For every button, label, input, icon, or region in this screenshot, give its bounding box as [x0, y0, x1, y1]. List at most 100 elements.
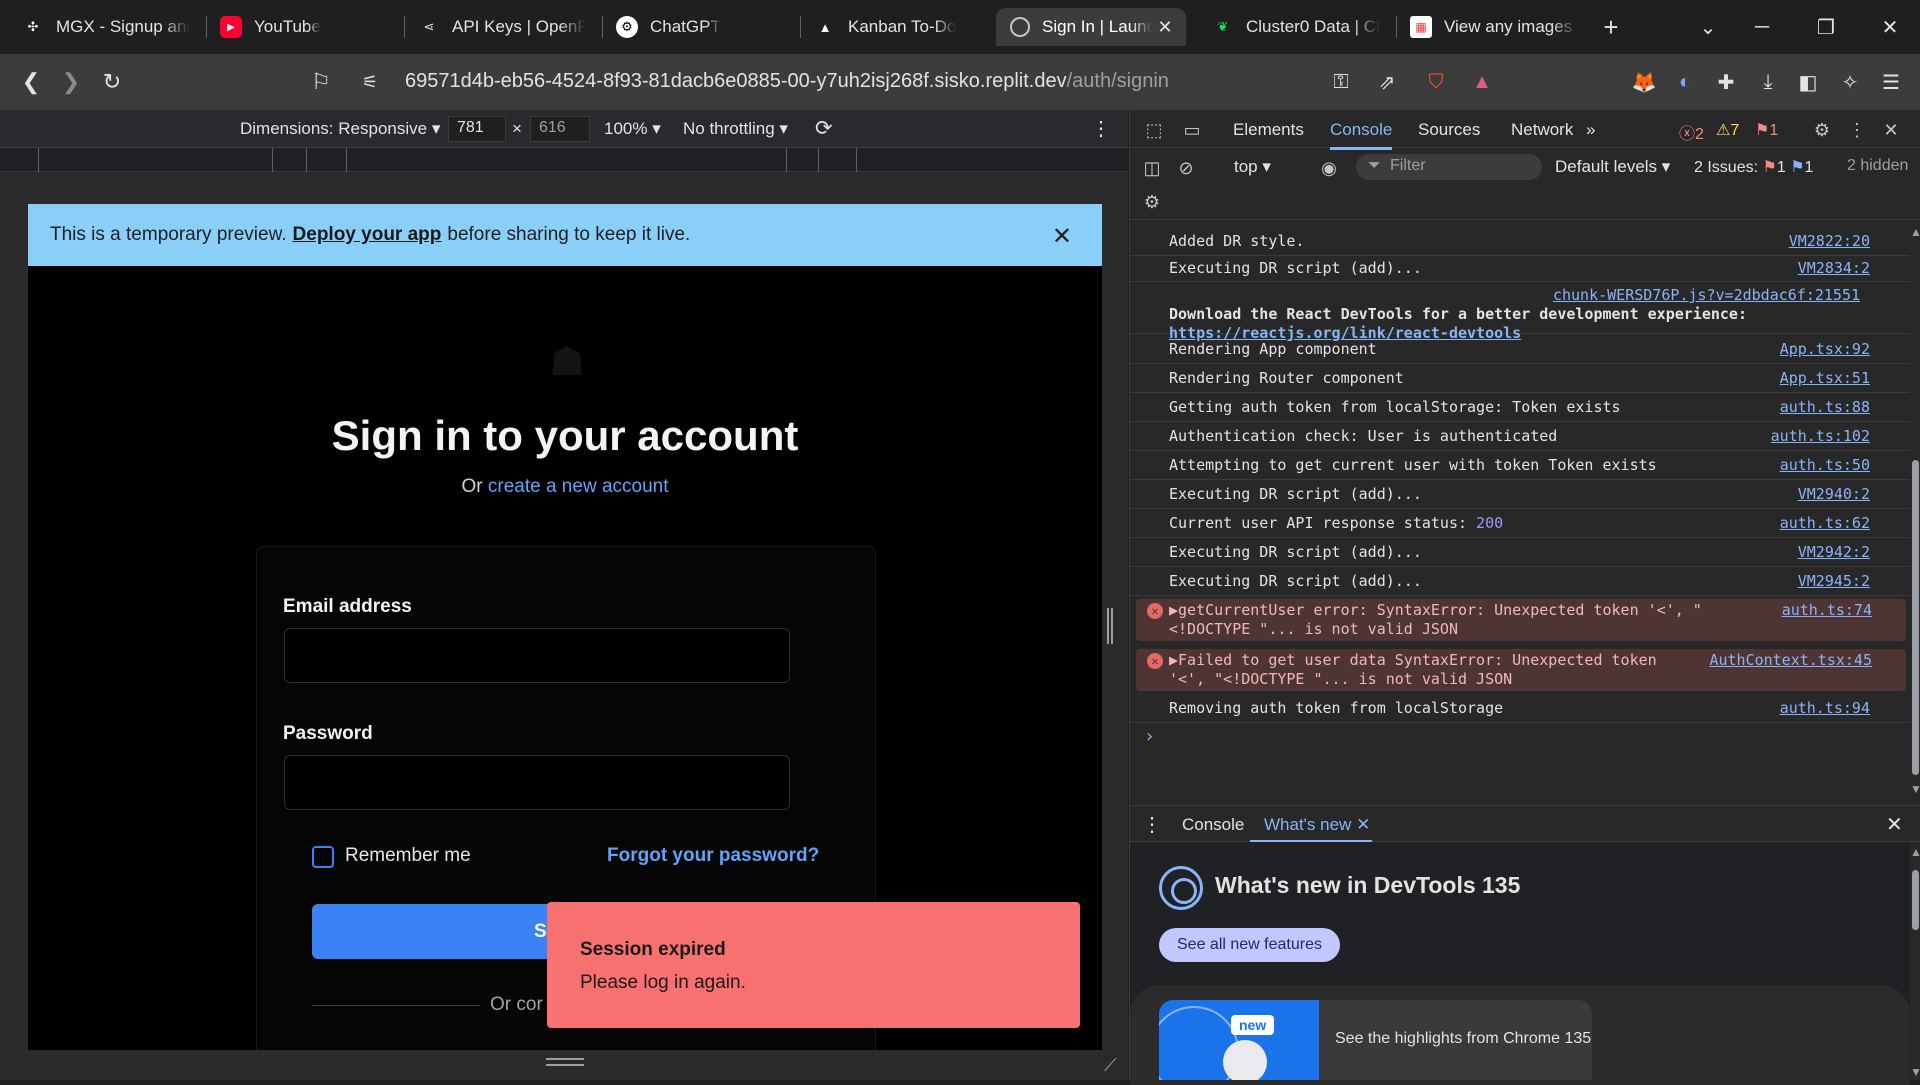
log-source-link[interactable]: VM2940:2: [1798, 485, 1870, 504]
console-error-row[interactable]: ✕ ▶Failed to get user data SyntaxError: …: [1136, 649, 1906, 691]
tab-mongodb[interactable]: ❦ Cluster0 Data | Cloud: [1198, 8, 1394, 46]
tab-elements[interactable]: Elements: [1233, 120, 1304, 140]
log-source-link[interactable]: chunk-WERSD76P.js?v=2dbdac6f:21551: [1553, 286, 1860, 304]
drawer-scrollbar[interactable]: [1912, 870, 1919, 930]
log-source-link[interactable]: auth.ts:88: [1780, 398, 1870, 417]
download-icon[interactable]: ⤓: [1752, 66, 1784, 98]
leo-ai-icon[interactable]: ✧: [1834, 66, 1866, 98]
brave-shield-icon[interactable]: ⛉: [1420, 66, 1452, 98]
scroll-up-icon[interactable]: ▲: [1910, 225, 1920, 239]
console-scrollbar[interactable]: [1912, 460, 1919, 775]
forward-icon[interactable]: ❯: [53, 64, 89, 100]
tab-mgx[interactable]: ✣ MGX - Signup and: [8, 8, 204, 46]
device-toggle-icon[interactable]: ▭: [1180, 118, 1204, 142]
close-tab-icon[interactable]: ✕: [1154, 16, 1176, 38]
forgot-password-link[interactable]: Forgot your password?: [607, 845, 819, 867]
back-icon[interactable]: ❮: [13, 64, 49, 100]
log-source-link[interactable]: VM2945:2: [1798, 572, 1870, 591]
extension-globe-icon[interactable]: ◐: [1669, 66, 1701, 98]
more-tabs-icon[interactable]: »: [1586, 120, 1595, 140]
viewport-width-handle[interactable]: [1107, 608, 1113, 644]
remember-checkbox[interactable]: [312, 846, 334, 868]
see-all-features-button[interactable]: See all new features: [1159, 928, 1340, 962]
share-icon[interactable]: ⇗: [1371, 66, 1403, 98]
drawer-menu-icon[interactable]: ⋮: [1142, 812, 1162, 837]
menu-icon[interactable]: ☰: [1875, 66, 1907, 98]
new-tab-icon[interactable]: +: [1581, 0, 1641, 54]
log-source-link[interactable]: App.tsx:92: [1780, 340, 1870, 359]
tab-search-chevron-icon[interactable]: ⌄: [1678, 0, 1738, 54]
levels-select[interactable]: Default levels ▾: [1555, 157, 1670, 177]
extensions-puzzle-icon[interactable]: ✚: [1710, 66, 1742, 98]
drawer-tab-console[interactable]: Console: [1182, 815, 1244, 835]
restore-icon[interactable]: ❐: [1796, 0, 1856, 54]
log-source-link[interactable]: VM2822:20: [1789, 232, 1870, 251]
highlights-video-thumbnail[interactable]: [1159, 1000, 1319, 1080]
console-settings-gear-icon[interactable]: ⚙: [1140, 190, 1164, 214]
scroll-down-icon[interactable]: ▼: [1910, 782, 1920, 796]
tab-sources[interactable]: Sources: [1418, 120, 1480, 140]
sidebar-toggle-icon[interactable]: ◫: [1140, 156, 1164, 180]
inspect-element-icon[interactable]: ⬚: [1142, 118, 1166, 142]
drawer-scroll-up-icon[interactable]: ▲: [1910, 845, 1920, 859]
tab-kanban[interactable]: ▲ Kanban To-Do: [800, 8, 996, 46]
log-source-link[interactable]: auth.ts:94: [1780, 699, 1870, 718]
drawer-tab-whats-new[interactable]: What's new ✕: [1250, 815, 1373, 843]
tab-signin-active[interactable]: Sign In | Launch ✕: [996, 8, 1186, 46]
tab-console[interactable]: Console: [1330, 120, 1393, 150]
sidebar-toggle-icon[interactable]: ◧: [1792, 66, 1824, 98]
session-expired-toast[interactable]: Session expired Please log in again.: [547, 902, 1080, 1028]
console-filter-input[interactable]: ⏷ Filter: [1356, 154, 1542, 180]
device-more-icon[interactable]: ⋮: [1091, 116, 1111, 141]
log-source-link[interactable]: auth.ts:74: [1782, 601, 1872, 620]
close-drawer-icon[interactable]: ✕: [1886, 812, 1903, 837]
log-source-link[interactable]: VM2942:2: [1798, 543, 1870, 562]
close-drawer-tab-icon[interactable]: ✕: [1356, 815, 1370, 834]
minimize-icon[interactable]: ─: [1732, 0, 1792, 54]
throttling-select[interactable]: No throttling ▾: [683, 119, 788, 139]
close-window-icon[interactable]: ✕: [1860, 0, 1920, 54]
tab-openrouter[interactable]: ⋖ API Keys | OpenRouter: [404, 8, 600, 46]
resize-corner-icon[interactable]: ⟋: [1104, 1055, 1117, 1076]
log-source-link[interactable]: AuthContext.tsx:45: [1709, 651, 1872, 670]
email-field[interactable]: [284, 628, 790, 683]
close-banner-icon[interactable]: ✕: [1052, 222, 1072, 251]
tab-youtube[interactable]: ▶ YouTube: [206, 8, 402, 46]
issue-count-badge[interactable]: ⚑1: [1755, 120, 1778, 140]
tab-network[interactable]: Network: [1511, 120, 1573, 140]
password-field[interactable]: [284, 755, 790, 810]
site-info-icon[interactable]: ⚟: [352, 64, 388, 100]
log-source-link[interactable]: App.tsx:51: [1780, 369, 1870, 388]
deploy-link[interactable]: Deploy your app: [293, 224, 442, 246]
context-select[interactable]: top ▾: [1234, 157, 1271, 177]
tab-chatgpt[interactable]: ⚙ ChatGPT: [602, 8, 798, 46]
console-error-row[interactable]: ✕ ▶getCurrentUser error: SyntaxError: Un…: [1136, 599, 1906, 641]
zoom-select[interactable]: 100% ▾: [604, 119, 661, 139]
log-source-link[interactable]: VM2834:2: [1798, 259, 1870, 278]
address-bar[interactable]: 69571d4b-eb56-4524-8f93-81dacb6e0885-00-…: [405, 70, 1169, 93]
log-source-link[interactable]: auth.ts:50: [1780, 456, 1870, 475]
issues-summary[interactable]: 2 Issues: ⚑1 ⚑1: [1694, 157, 1813, 177]
console-prompt[interactable]: ›: [1144, 726, 1155, 747]
brave-rewards-icon[interactable]: ▲: [1466, 66, 1498, 98]
reload-icon[interactable]: ↻: [94, 64, 130, 100]
create-account-link[interactable]: create a new account: [488, 476, 669, 497]
devtools-more-icon[interactable]: ⋮: [1845, 118, 1869, 142]
settings-gear-icon[interactable]: ⚙: [1810, 118, 1834, 142]
close-devtools-icon[interactable]: ✕: [1879, 118, 1903, 142]
dimensions-select[interactable]: Dimensions: Responsive ▾: [240, 119, 440, 139]
width-input[interactable]: 781: [448, 116, 506, 142]
height-input[interactable]: 616: [530, 116, 590, 142]
viewport-height-handle[interactable]: [546, 1058, 584, 1066]
metamask-icon[interactable]: 🦊: [1628, 66, 1660, 98]
rotate-icon[interactable]: ⟳: [815, 116, 833, 141]
password-key-icon[interactable]: ⚿: [1325, 66, 1357, 98]
tab-images[interactable]: ▦ View any images with: [1396, 8, 1592, 46]
bookmark-icon[interactable]: ⚐: [303, 64, 339, 100]
warning-count-badge[interactable]: ⚠7: [1716, 120, 1739, 140]
drawer-scroll-down-icon[interactable]: ▼: [1910, 1065, 1920, 1079]
error-count-badge[interactable]: ⓧ2: [1679, 120, 1704, 144]
clear-console-icon[interactable]: ⊘: [1174, 156, 1198, 180]
log-source-link[interactable]: auth.ts:62: [1780, 514, 1870, 533]
live-expression-eye-icon[interactable]: ◉: [1317, 156, 1341, 180]
